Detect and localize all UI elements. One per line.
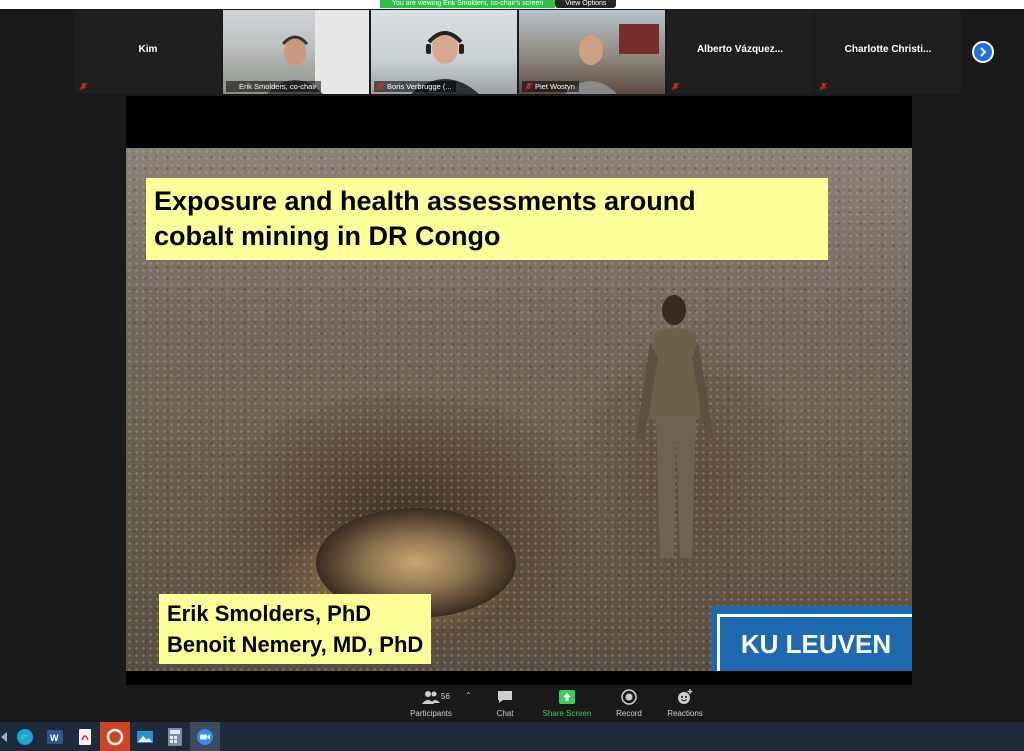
zoom-icon[interactable] bbox=[190, 722, 220, 751]
miner-figure bbox=[636, 295, 714, 558]
participant-name: Charlotte Christi... bbox=[844, 44, 932, 55]
chevron-right-icon bbox=[980, 47, 987, 57]
presentation-slide: Exposure and health assessments around c… bbox=[126, 148, 912, 671]
edge-icon[interactable] bbox=[10, 722, 40, 751]
participant-label: Boris Verbrugge (... bbox=[374, 81, 456, 92]
word-icon[interactable]: W bbox=[40, 722, 70, 751]
participants-button[interactable]: Participants bbox=[396, 688, 466, 718]
zoom-meeting-window: You are viewing Erik Smolders, co-chair'… bbox=[0, 0, 1024, 751]
reactions-icon bbox=[678, 689, 693, 704]
share-screen-icon bbox=[559, 690, 575, 704]
participant-label: Erik Smolders, co-chair bbox=[226, 81, 321, 92]
participant-label: Piet Wostyn bbox=[522, 81, 579, 92]
logo-text: KU LEUVEN bbox=[740, 628, 892, 659]
participant-tile[interactable]: Charlotte Christi... bbox=[815, 10, 961, 94]
muted-mic-icon bbox=[671, 82, 680, 91]
record-icon bbox=[621, 689, 637, 705]
participant-tile[interactable]: Boris Verbrugge (... bbox=[371, 10, 517, 94]
participant-gallery: Kim Erik Smolders, co-chair Boris Verbru… bbox=[75, 10, 961, 94]
view-options-button[interactable]: View Options bbox=[555, 0, 617, 8]
windows-taskbar: W bbox=[0, 722, 1024, 751]
ku-leuven-logo: KU LEUVEN bbox=[711, 606, 912, 671]
participant-tile[interactable]: Erik Smolders, co-chair bbox=[223, 10, 369, 94]
participants-count: 56 bbox=[441, 692, 450, 701]
chat-button[interactable]: Chat bbox=[470, 688, 540, 718]
muted-mic-icon bbox=[79, 82, 88, 91]
pdf-icon[interactable] bbox=[70, 722, 100, 751]
shared-screen: Exposure and health assessments around c… bbox=[126, 96, 912, 685]
share-banner-message: You are viewing Erik Smolders, co-chair'… bbox=[380, 0, 556, 8]
chat-icon bbox=[498, 691, 512, 703]
system-icon[interactable] bbox=[0, 722, 10, 751]
muted-mic-icon bbox=[819, 82, 828, 91]
participant-tile[interactable]: Kim bbox=[75, 10, 221, 94]
author-line: Erik Smolders, PhD bbox=[167, 601, 372, 626]
slide-title-line1: Exposure and health assessments around bbox=[154, 186, 696, 216]
participant-name: Kim bbox=[138, 44, 158, 55]
slide-title: Exposure and health assessments around c… bbox=[146, 178, 828, 260]
slide-title-line2: cobalt mining in DR Congo bbox=[154, 221, 501, 251]
reactions-button[interactable]: Reactions bbox=[650, 688, 720, 718]
muted-mic-icon bbox=[376, 82, 385, 91]
participant-tile[interactable]: Piet Wostyn bbox=[519, 10, 665, 94]
calculator-icon[interactable] bbox=[160, 722, 190, 751]
muted-mic-icon bbox=[524, 82, 533, 91]
share-screen-button[interactable]: Share Screen bbox=[532, 688, 602, 718]
svg-text:W: W bbox=[50, 733, 59, 743]
meeting-toolbar: Participants 56 ⌃ Chat Share Screen Reco… bbox=[0, 686, 1024, 722]
slide-authors: Erik Smolders, PhD Benoit Nemery, MD, Ph… bbox=[159, 594, 432, 664]
photos-icon[interactable] bbox=[130, 722, 160, 751]
author-line: Benoit Nemery, MD, PhD bbox=[167, 632, 424, 657]
participant-tile[interactable]: Alberto Vázquez... bbox=[667, 10, 813, 94]
participants-icon bbox=[422, 691, 440, 704]
participant-name: Alberto Vázquez... bbox=[696, 44, 784, 55]
next-page-button[interactable] bbox=[972, 41, 994, 63]
presentation-icon[interactable] bbox=[100, 722, 130, 751]
share-banner: You are viewing Erik Smolders, co-chair'… bbox=[380, 0, 617, 8]
